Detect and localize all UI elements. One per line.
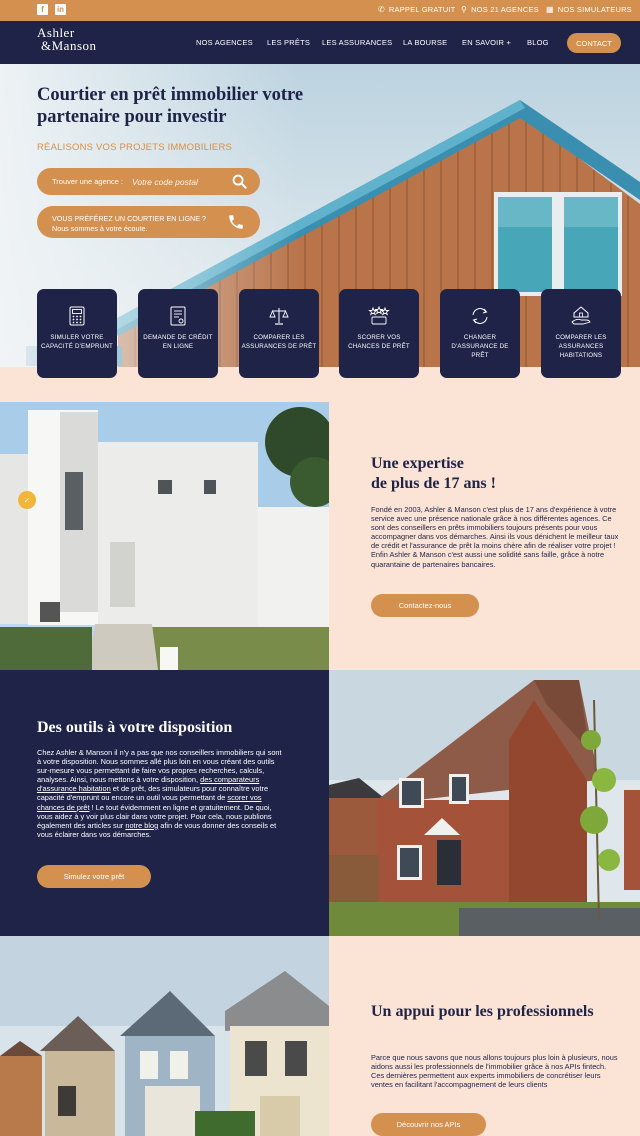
tool-card-label: CHANGER D'ASSURANCE DE PRÊT bbox=[451, 334, 509, 359]
online-broker-line2: Nous sommes à votre écoute. bbox=[52, 224, 148, 233]
tool-card-label: SIMULER VOTRE CAPACITÉ D'EMPRUNT bbox=[40, 334, 114, 350]
simulators-label: NOS SIMULATEURS bbox=[557, 5, 632, 14]
balance-scale-icon bbox=[269, 308, 289, 325]
callback-label: RAPPEL GRATUIT bbox=[388, 5, 456, 14]
refresh-icon bbox=[472, 308, 488, 324]
pro-section: Un appui pour les professionnels Parce q… bbox=[0, 936, 640, 1136]
check-badge-icon: ✓ bbox=[18, 491, 36, 509]
agency-search-bar: Trouver une agence : bbox=[37, 168, 260, 195]
linkedin-icon[interactable]: in bbox=[55, 4, 66, 15]
tool-card-label: COMPARER LES ASSURANCES DE PRÊT bbox=[241, 334, 317, 350]
logo-line-2: &Manson bbox=[41, 38, 97, 53]
tools-section: Des outils à votre disposition Chez Ashl… bbox=[0, 670, 640, 936]
agencies-link[interactable]: ⚲ NOS 21 AGENCES bbox=[461, 5, 539, 14]
hero: Courtier en prêt immobilier votre parten… bbox=[0, 64, 640, 402]
tools-title: Des outils à votre disposition bbox=[37, 719, 233, 736]
house-hand-icon bbox=[571, 306, 591, 325]
tool-card-score-chances[interactable]: SCORER VOS CHANCES DE PRÊT bbox=[339, 289, 419, 378]
tool-card-compare-home-insurance[interactable]: COMPARER LES ASSURANCES HABITATIONS bbox=[541, 289, 621, 378]
hero-subtitle: RÉALISONS VOS PROJETS IMMOBILIERS bbox=[37, 142, 233, 153]
online-broker-button[interactable]: VOUS PRÉFÉREZ UN COURTIER EN LIGNE ? Nou… bbox=[37, 206, 260, 238]
expertise-title-line1: Une expertise bbox=[371, 455, 464, 472]
map-pin-icon: ⚲ bbox=[461, 5, 468, 14]
postal-code-input[interactable] bbox=[132, 173, 227, 190]
search-icon[interactable] bbox=[232, 174, 247, 189]
logo[interactable]: Ashler &Manson bbox=[37, 26, 107, 53]
nav-item-en-savoir[interactable]: EN SAVOIR + bbox=[462, 38, 511, 47]
calculator-icon: ▦ bbox=[546, 5, 554, 14]
expertise-body: Fondé en 2003, Ashler & Manson c'est plu… bbox=[371, 505, 619, 569]
online-broker-line1: VOUS PRÉFÉREZ UN COURTIER EN LIGNE ? bbox=[52, 214, 207, 223]
nav-item-bourse[interactable]: LA BOURSE bbox=[403, 38, 447, 47]
tool-card-capacity[interactable]: SIMULER VOTRE CAPACITÉ D'EMPRUNT bbox=[37, 289, 117, 378]
hero-title: Courtier en prêt immobilier votre parten… bbox=[37, 85, 304, 127]
top-bar: f in ✆ RAPPEL GRATUIT ⚲ NOS 21 AGENCES ▦… bbox=[0, 0, 640, 21]
tools-body: Chez Ashler & Manson il n'y a pas que no… bbox=[37, 748, 287, 839]
tool-card-change-insurance[interactable]: CHANGER D'ASSURANCE DE PRÊT bbox=[440, 289, 520, 378]
agencies-label: NOS 21 AGENCES bbox=[471, 5, 539, 14]
tool-card-label: DEMANDE DE CRÉDIT EN LIGNE bbox=[143, 334, 213, 350]
contact-us-button[interactable]: Contactez-nous bbox=[371, 594, 479, 617]
stars-icon bbox=[368, 305, 390, 325]
pro-title: Un appui pour les professionnels bbox=[371, 1003, 594, 1020]
blog-link[interactable]: notre blog bbox=[125, 821, 158, 830]
document-icon bbox=[170, 306, 186, 326]
nav-item-agences[interactable]: NOS AGENCES bbox=[196, 38, 253, 47]
nav-item-assurances[interactable]: LES ASSURANCES bbox=[322, 38, 392, 47]
main-nav: Ashler &Manson NOS AGENCES LES PRÊTS LES… bbox=[0, 21, 640, 64]
expertise-title-line2: de plus de 17 ans ! bbox=[371, 475, 496, 492]
expertise-section: ✓ Une expertise de plus de 17 ans ! Fond… bbox=[0, 402, 640, 670]
discover-apis-button[interactable]: Découvrir nos APIs bbox=[371, 1113, 486, 1136]
tool-card-label: SCORER VOS CHANCES DE PRÊT bbox=[348, 334, 410, 350]
simulate-loan-button[interactable]: Simulez votre prêt bbox=[37, 865, 151, 888]
calculator-icon bbox=[69, 306, 85, 326]
tool-card-label: COMPARER LES ASSURANCES HABITATIONS bbox=[555, 334, 607, 359]
tool-cards: SIMULER VOTRE CAPACITÉ D'EMPRUNT DEMANDE… bbox=[37, 289, 621, 378]
social-links: f in bbox=[37, 4, 66, 15]
nav-item-blog[interactable]: BLOG bbox=[527, 38, 549, 47]
callback-link[interactable]: ✆ RAPPEL GRATUIT bbox=[378, 5, 455, 14]
pro-body: Parce que nous savons que nous allons to… bbox=[371, 1053, 618, 1090]
simulators-link[interactable]: ▦ NOS SIMULATEURS bbox=[546, 5, 632, 14]
phone-icon: ✆ bbox=[378, 5, 385, 14]
agency-search-label: Trouver une agence : bbox=[52, 177, 124, 186]
phone-icon bbox=[229, 215, 243, 229]
brick-house-image bbox=[329, 670, 640, 936]
facebook-icon[interactable]: f bbox=[37, 4, 48, 15]
nav-item-prets[interactable]: LES PRÊTS bbox=[267, 38, 310, 47]
white-house-image: ✓ bbox=[0, 402, 329, 670]
contact-button[interactable]: CONTACT bbox=[567, 33, 621, 53]
tool-card-compare-loan-insurance[interactable]: COMPARER LES ASSURANCES DE PRÊT bbox=[239, 289, 319, 378]
victorian-houses-image bbox=[0, 936, 329, 1136]
tool-card-credit-request[interactable]: DEMANDE DE CRÉDIT EN LIGNE bbox=[138, 289, 218, 378]
expertise-title: Une expertise de plus de 17 ans ! bbox=[371, 454, 611, 494]
